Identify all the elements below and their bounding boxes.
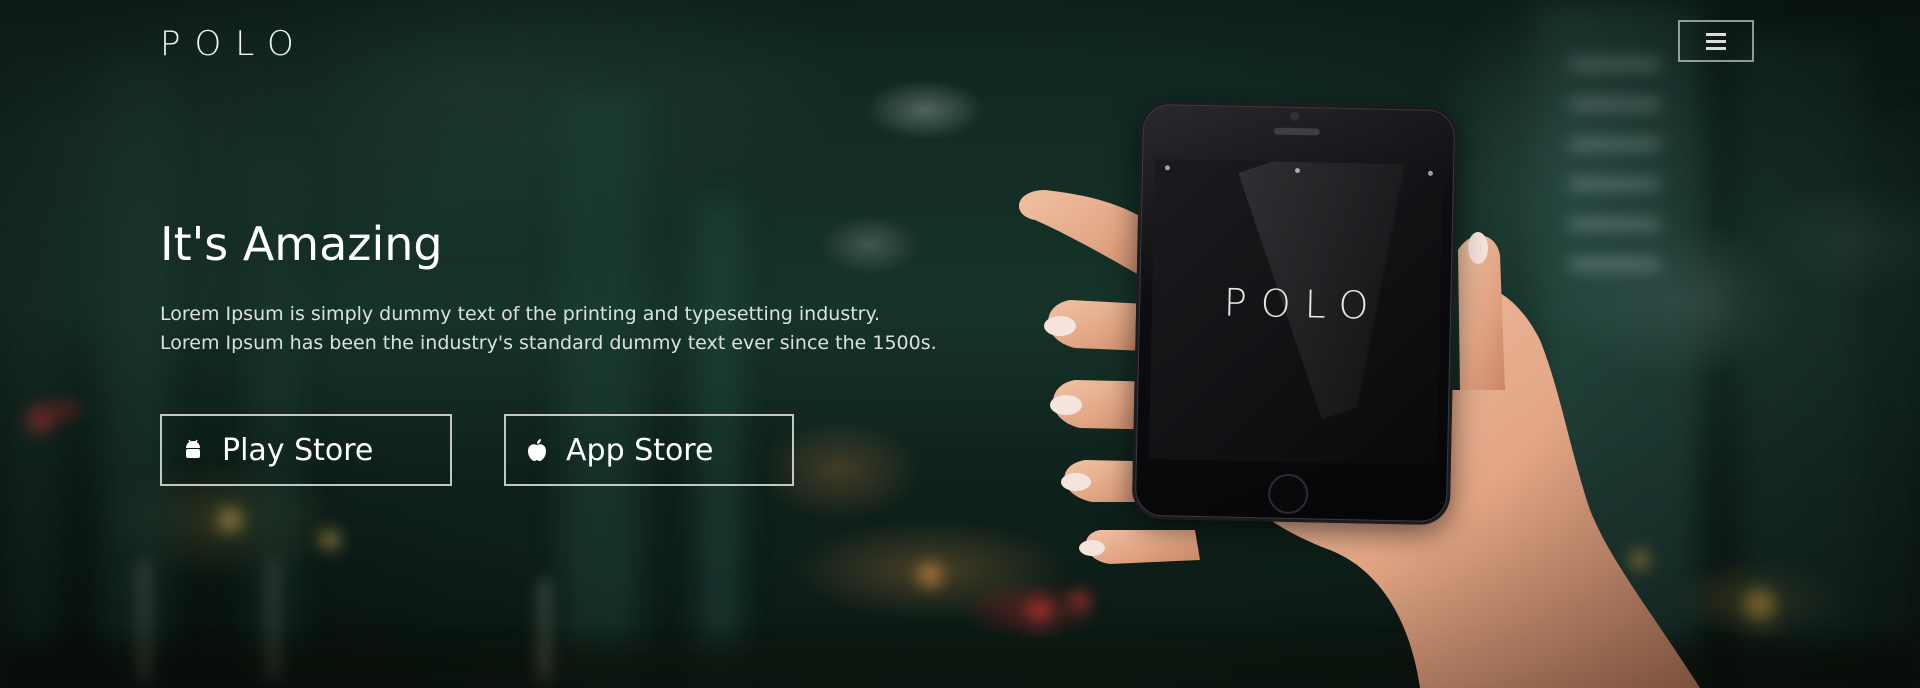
phone-speaker bbox=[1273, 127, 1320, 136]
menu-button[interactable] bbox=[1678, 20, 1754, 62]
play-store-label: Play Store bbox=[222, 432, 374, 468]
phone-screen-logo: POLO bbox=[1223, 280, 1383, 328]
apple-icon bbox=[524, 437, 550, 463]
phone-device: POLO bbox=[1131, 100, 1459, 526]
app-store-label: App Store bbox=[566, 432, 714, 468]
phone-home-button bbox=[1267, 473, 1309, 515]
hero-description: Lorem Ipsum is simply dummy text of the … bbox=[160, 303, 937, 354]
app-store-button[interactable]: App Store bbox=[504, 414, 794, 486]
site-logo[interactable]: POLO bbox=[160, 22, 308, 66]
hero-section: POLO POLO It's Amazing Lorem Ipsum is si… bbox=[0, 0, 1920, 688]
hamburger-menu-icon bbox=[1706, 32, 1726, 50]
phone-status-bar bbox=[1164, 165, 1434, 177]
hero-title: It's Amazing bbox=[160, 217, 443, 271]
android-icon bbox=[180, 437, 206, 463]
phone-screen: POLO bbox=[1148, 159, 1444, 466]
play-store-button[interactable]: Play Store bbox=[160, 414, 452, 486]
phone-camera bbox=[1290, 111, 1300, 122]
